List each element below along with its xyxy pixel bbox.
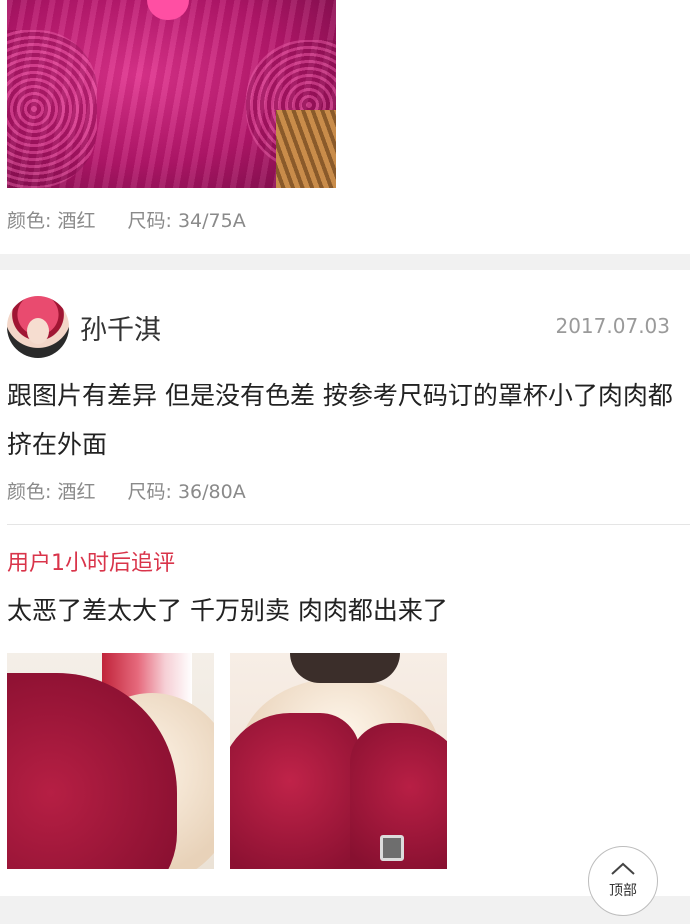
followup-title: 用户1小时后追评 — [7, 551, 175, 576]
photo-detail — [230, 713, 360, 869]
bow-detail — [147, 0, 189, 20]
back-to-top-button[interactable]: 顶部 — [588, 846, 658, 916]
size-value: 36/80A — [177, 481, 246, 503]
clasp-detail — [380, 835, 404, 861]
color-label: 颜色: — [7, 481, 52, 503]
followup-divider — [7, 524, 690, 525]
color-label: 颜色: — [7, 210, 52, 232]
color-value: 酒红 — [57, 481, 96, 503]
followup-photo[interactable] — [7, 653, 214, 869]
product-spec: 颜色: 酒红 尺码: 34/75A — [7, 206, 246, 233]
size-value: 34/75A — [177, 210, 246, 232]
chevron-up-icon — [611, 862, 635, 875]
color-value: 酒红 — [57, 210, 96, 232]
photo-detail — [290, 653, 400, 683]
avatar[interactable] — [7, 296, 69, 358]
avatar-face — [27, 318, 49, 344]
lace-detail — [7, 30, 97, 188]
section-divider — [0, 254, 690, 270]
size-label: 尺码: — [127, 481, 172, 503]
section-divider — [0, 896, 690, 924]
review-text: 跟图片有差异 但是没有色差 按参考尺码订的罩杯小了肉肉都挤在外面 — [7, 381, 673, 459]
back-to-top-label: 顶部 — [609, 883, 637, 899]
size-label: 尺码: — [127, 210, 172, 232]
review-date: 2017.07.03 — [555, 314, 670, 338]
followup-photo[interactable] — [230, 653, 447, 869]
followup-text: 太恶了差太大了 千万别卖 肉肉都出来了 — [7, 596, 448, 625]
background-detail — [276, 110, 336, 188]
review-photo[interactable] — [7, 0, 336, 188]
username: 孙千淇 — [80, 315, 161, 346]
product-spec: 颜色: 酒红 尺码: 36/80A — [7, 477, 246, 504]
